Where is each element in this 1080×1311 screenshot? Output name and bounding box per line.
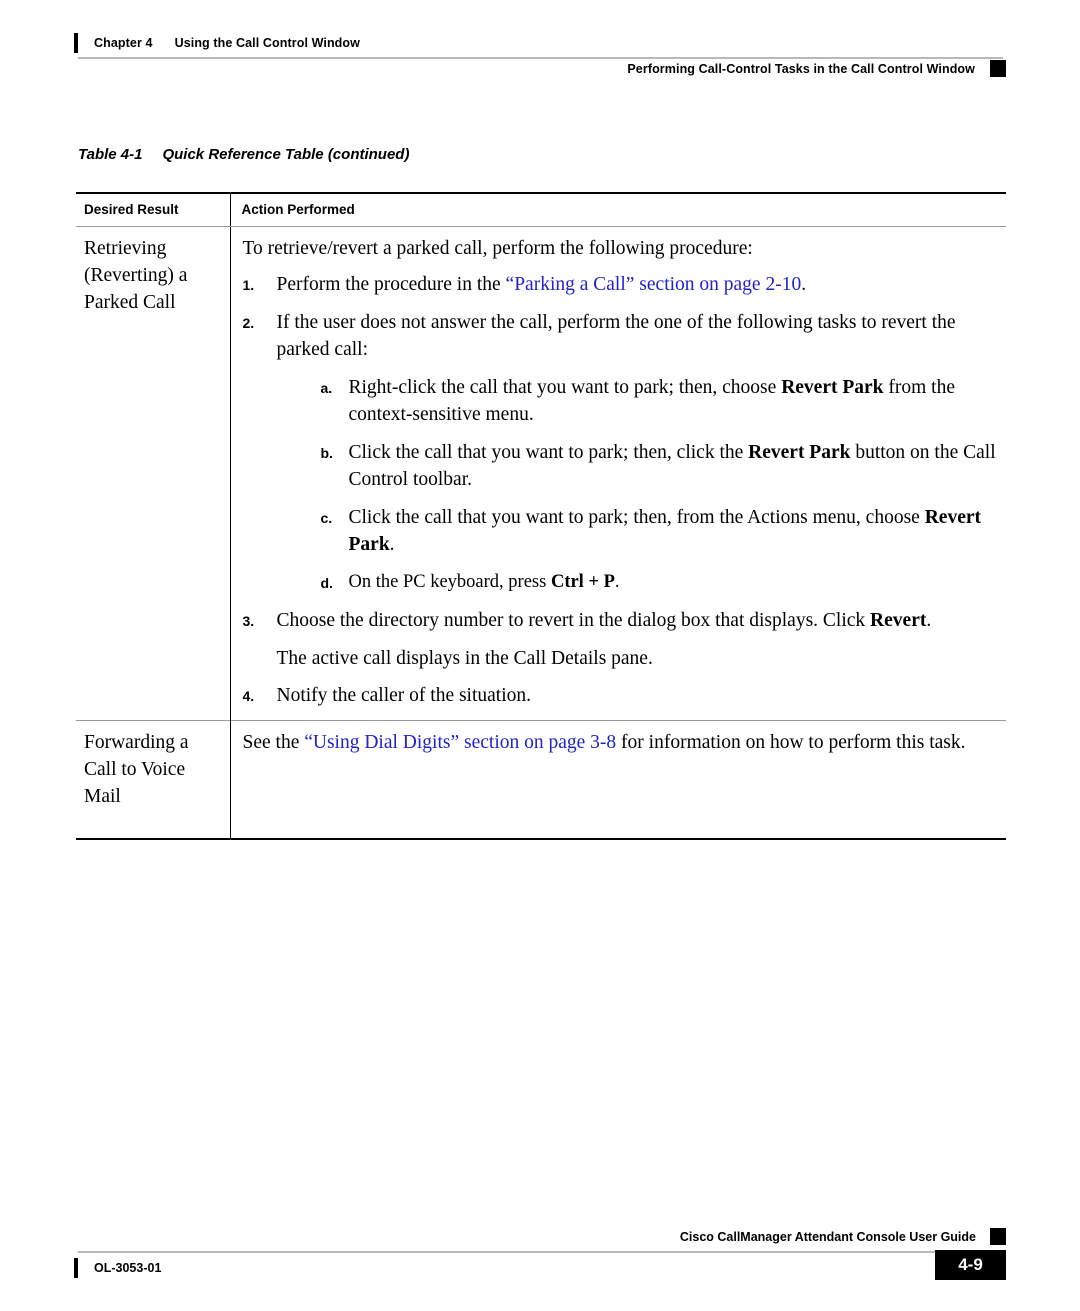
substep-text-part1: On the PC keyboard, press xyxy=(348,572,551,592)
procedure-step: 2. If the user does not answer the call,… xyxy=(243,309,1003,597)
cross-reference-link-parking-a-call[interactable]: “Parking a Call” section on page 2-10 xyxy=(506,274,802,295)
step-text-before-link: Perform the procedure in the xyxy=(276,274,506,295)
step-body: Choose the directory number to revert in… xyxy=(277,607,1003,672)
step-text: Perform the procedure in the “Parking a … xyxy=(277,271,1003,299)
step-marker: 4. xyxy=(242,688,255,704)
action-text-after-link: for information on how to perform this t… xyxy=(616,732,966,753)
desired-result-line: Mail xyxy=(84,786,121,807)
substep-text: On the PC keyboard, press Ctrl + P. xyxy=(349,569,1003,597)
procedure-substep: d. On the PC keyboard, press Ctrl + P. xyxy=(321,569,1003,597)
procedure-step: 1. Perform the procedure in the “Parking… xyxy=(243,271,1003,299)
desired-result-line: Parked Call xyxy=(84,292,176,313)
procedure-step-list: 1. Perform the procedure in the “Parking… xyxy=(243,271,1003,710)
procedure-step: 3. Choose the directory number to revert… xyxy=(243,607,1003,672)
substep-marker: a. xyxy=(320,380,333,396)
header-section-row: Performing Call-Control Tasks in the Cal… xyxy=(74,60,1006,77)
footer-left-bar-marker xyxy=(74,1258,78,1278)
substep-bold-term: Revert Park xyxy=(748,442,851,463)
substep-text-part1: Click the call that you want to park; th… xyxy=(348,507,925,528)
cell-action-performed: To retrieve/revert a parked call, perfor… xyxy=(230,227,1006,721)
step-marker: 2. xyxy=(242,315,255,331)
step-marker: 3. xyxy=(242,613,255,629)
header-chapter-label: Chapter 4 xyxy=(94,36,153,50)
procedure-substep-list: a. Right-click the call that you want to… xyxy=(321,374,1003,597)
quick-reference-table: Desired Result Action Performed Retrievi… xyxy=(76,192,1006,840)
header-chapter-title: Using the Call Control Window xyxy=(174,36,360,50)
action-text-before-link: See the xyxy=(242,732,305,753)
footer-black-square-marker xyxy=(990,1228,1006,1245)
header-section-title: Performing Call-Control Tasks in the Cal… xyxy=(627,61,975,76)
column-header-action-performed: Action Performed xyxy=(230,192,1006,227)
desired-result-line: Call to Voice xyxy=(84,759,186,780)
document-page: Chapter 4 Using the Call Control Window … xyxy=(0,0,1080,1311)
desired-result-line: Retrieving xyxy=(84,238,167,259)
column-header-desired-result: Desired Result xyxy=(76,192,231,227)
substep-marker: d. xyxy=(320,575,333,591)
table-row: Retrieving (Reverting) a Parked Call To … xyxy=(76,226,1006,721)
procedure-substep: b. Click the call that you want to park;… xyxy=(321,439,1003,493)
step-body: If the user does not answer the call, pe… xyxy=(277,309,1003,597)
table-caption: Table 4-1 Quick Reference Table (continue… xyxy=(78,146,409,163)
table-caption-number: Table 4-1 xyxy=(78,146,143,163)
header-chapter-row: Chapter 4 Using the Call Control Window xyxy=(74,32,1006,54)
step-text: Notify the caller of the situation. xyxy=(276,685,532,706)
footer-guide-row: Cisco CallManager Attendant Console User… xyxy=(74,1228,1006,1245)
desired-result-line: (Reverting) a xyxy=(84,265,188,286)
step-followup-text: The active call displays in the Call Det… xyxy=(276,648,653,669)
substep-text: Right-click the call that you want to pa… xyxy=(349,374,1003,428)
cell-desired-result: Forwarding a Call to Voice Mail xyxy=(76,720,231,840)
step-marker: 1. xyxy=(242,277,255,293)
procedure-substep: c. Click the call that you want to park;… xyxy=(321,504,1003,558)
header-rule-line xyxy=(78,57,1003,59)
substep-text-part2: . xyxy=(389,534,395,555)
substep-marker: b. xyxy=(320,445,333,461)
substep-text-part2: . xyxy=(614,572,620,592)
substep-text-part1: Click the call that you want to park; th… xyxy=(348,442,749,463)
header-black-square-marker xyxy=(990,60,1006,77)
cell-action-performed: See the “Using Dial Digits” section on p… xyxy=(230,720,1006,840)
cross-reference-link-using-dial-digits[interactable]: “Using Dial Digits” section on page 3-8 xyxy=(304,732,616,753)
substep-bold-keyboard-shortcut: Ctrl + P xyxy=(550,572,615,592)
footer-docid-row: OL-3053-01 xyxy=(74,1256,1006,1280)
footer-guide-title: Cisco CallManager Attendant Console User… xyxy=(679,1229,976,1244)
step-text-part1: Choose the directory number to revert in… xyxy=(276,610,871,631)
page-number-badge: 4-9 xyxy=(935,1250,1006,1280)
table-row: Forwarding a Call to Voice Mail See the … xyxy=(76,720,1006,840)
step-text-part2: . xyxy=(926,610,932,631)
footer-document-id: OL-3053-01 xyxy=(94,1261,162,1275)
step-text: Choose the directory number to revert in… xyxy=(277,610,932,631)
table-header-row: Desired Result Action Performed xyxy=(76,192,1006,227)
procedure-intro-text: To retrieve/revert a parked call, perfor… xyxy=(242,238,753,259)
substep-text: Click the call that you want to park; th… xyxy=(349,439,1003,493)
substep-bold-term: Revert Park xyxy=(781,377,884,398)
table-caption-title: Quick Reference Table (continued) xyxy=(162,146,410,163)
footer-rule-line xyxy=(78,1251,935,1253)
step-text-after-link: . xyxy=(801,274,807,295)
procedure-step: 4. Notify the caller of the situation. xyxy=(243,682,1003,710)
header-left-bar-marker xyxy=(74,33,78,53)
desired-result-line: Forwarding a xyxy=(84,732,189,753)
step-bold-term: Revert xyxy=(870,610,927,631)
substep-marker: c. xyxy=(320,510,333,526)
substep-text: Click the call that you want to park; th… xyxy=(349,504,1003,558)
page-header: Chapter 4 Using the Call Control Window … xyxy=(74,32,1006,77)
cell-desired-result: Retrieving (Reverting) a Parked Call xyxy=(76,226,231,721)
step-text: If the user does not answer the call, pe… xyxy=(276,312,956,360)
procedure-substep: a. Right-click the call that you want to… xyxy=(321,374,1003,428)
substep-text-part1: Right-click the call that you want to pa… xyxy=(348,377,782,398)
